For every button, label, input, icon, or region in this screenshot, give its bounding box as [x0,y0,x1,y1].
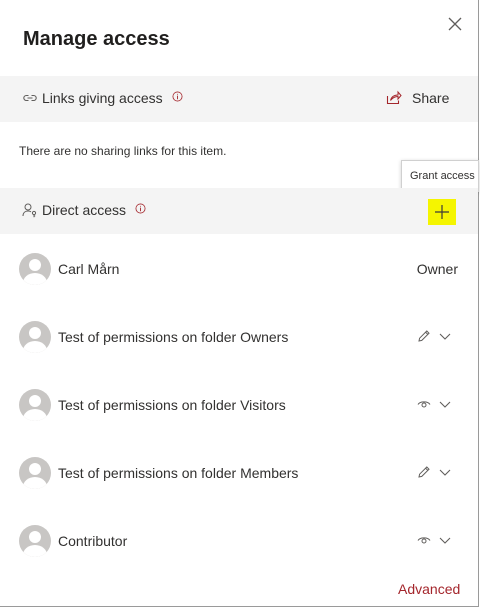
link-icon [23,94,37,102]
avatar [19,253,51,285]
share-button[interactable]: Share [386,90,449,106]
direct-label-text: Direct access [42,202,127,218]
direct-section-label: Direct access [42,202,146,218]
info-icon[interactable] [172,91,183,102]
manage-access-panel: Manage access Links giving access Share … [0,0,479,607]
info-icon[interactable] [135,203,146,214]
person-name: Test of permissions on folder Visitors [58,397,286,413]
chevron-down-icon [439,537,451,544]
chevron-down-icon [439,401,451,408]
person-row: Test of permissions on folder Visitors [0,386,478,426]
share-icon [386,90,402,105]
chevron-down-icon [439,333,451,340]
direct-section-header: Direct access [0,188,478,234]
panel-title: Manage access [23,28,170,50]
view-icon [417,401,431,408]
person-name: Contributor [58,533,128,549]
links-section-header: Links giving access Share [0,76,478,122]
advanced-link[interactable]: Advanced [398,581,460,597]
person-row: Carl Mårn Owner [0,250,478,290]
permission-dropdown[interactable] [417,533,457,549]
avatar [19,389,51,421]
owner-label: Owner [416,261,458,277]
no-links-message: There are no sharing links for this item… [19,144,227,158]
edit-icon [418,466,430,478]
permission-dropdown[interactable] [417,465,457,481]
chevron-down-icon [439,469,451,476]
share-label: Share [412,90,450,106]
links-section-label: Links giving access [42,90,183,106]
plus-icon [435,205,449,219]
edit-icon [418,330,430,342]
person-key-icon [22,203,37,218]
avatar [19,321,51,353]
person-name: Test of permissions on folder Owners [58,329,289,345]
person-name: Test of permissions on folder Members [58,465,299,481]
grant-access-button[interactable] [428,199,456,225]
close-icon [448,17,462,31]
person-row: Test of permissions on folder Owners [0,318,478,358]
permission-dropdown[interactable] [417,397,457,413]
avatar [19,457,51,489]
close-button[interactable] [445,14,465,34]
person-row: Test of permissions on folder Members [0,454,478,494]
avatar [19,525,51,557]
view-icon [417,537,431,544]
person-row: Contributor [0,522,478,562]
person-name: Carl Mårn [58,261,120,277]
permission-dropdown[interactable] [417,329,457,345]
links-label-text: Links giving access [42,90,163,106]
